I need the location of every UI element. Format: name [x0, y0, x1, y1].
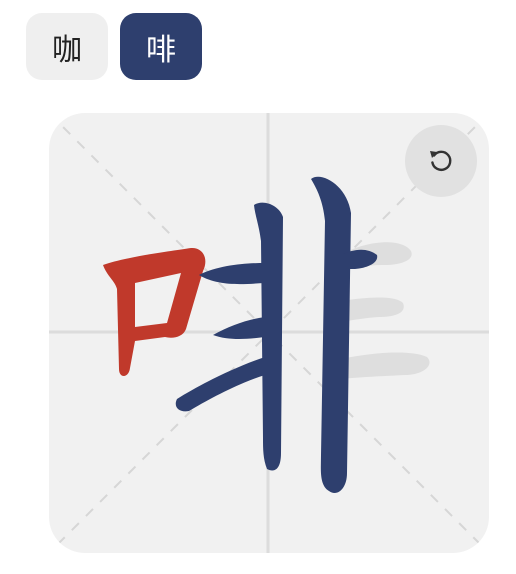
character-tabs: 咖 啡	[26, 13, 202, 80]
right-vertical-stroke	[311, 176, 351, 493]
left-horizontal-stroke-2	[213, 317, 265, 339]
ghost-stroke-horizontal-3	[341, 352, 430, 379]
reset-button[interactable]	[405, 125, 477, 197]
tab-char-fei[interactable]: 啡	[120, 13, 202, 80]
left-horizontal-stroke-1	[199, 263, 265, 285]
mouth-radical-stroke	[103, 247, 206, 377]
tab-char-ka[interactable]: 咖	[26, 13, 108, 80]
stroke-practice-board[interactable]	[49, 113, 489, 553]
left-rising-stroke	[175, 357, 265, 412]
rotate-ccw-icon	[430, 150, 452, 172]
ghost-stroke-horizontal-2	[341, 297, 404, 322]
